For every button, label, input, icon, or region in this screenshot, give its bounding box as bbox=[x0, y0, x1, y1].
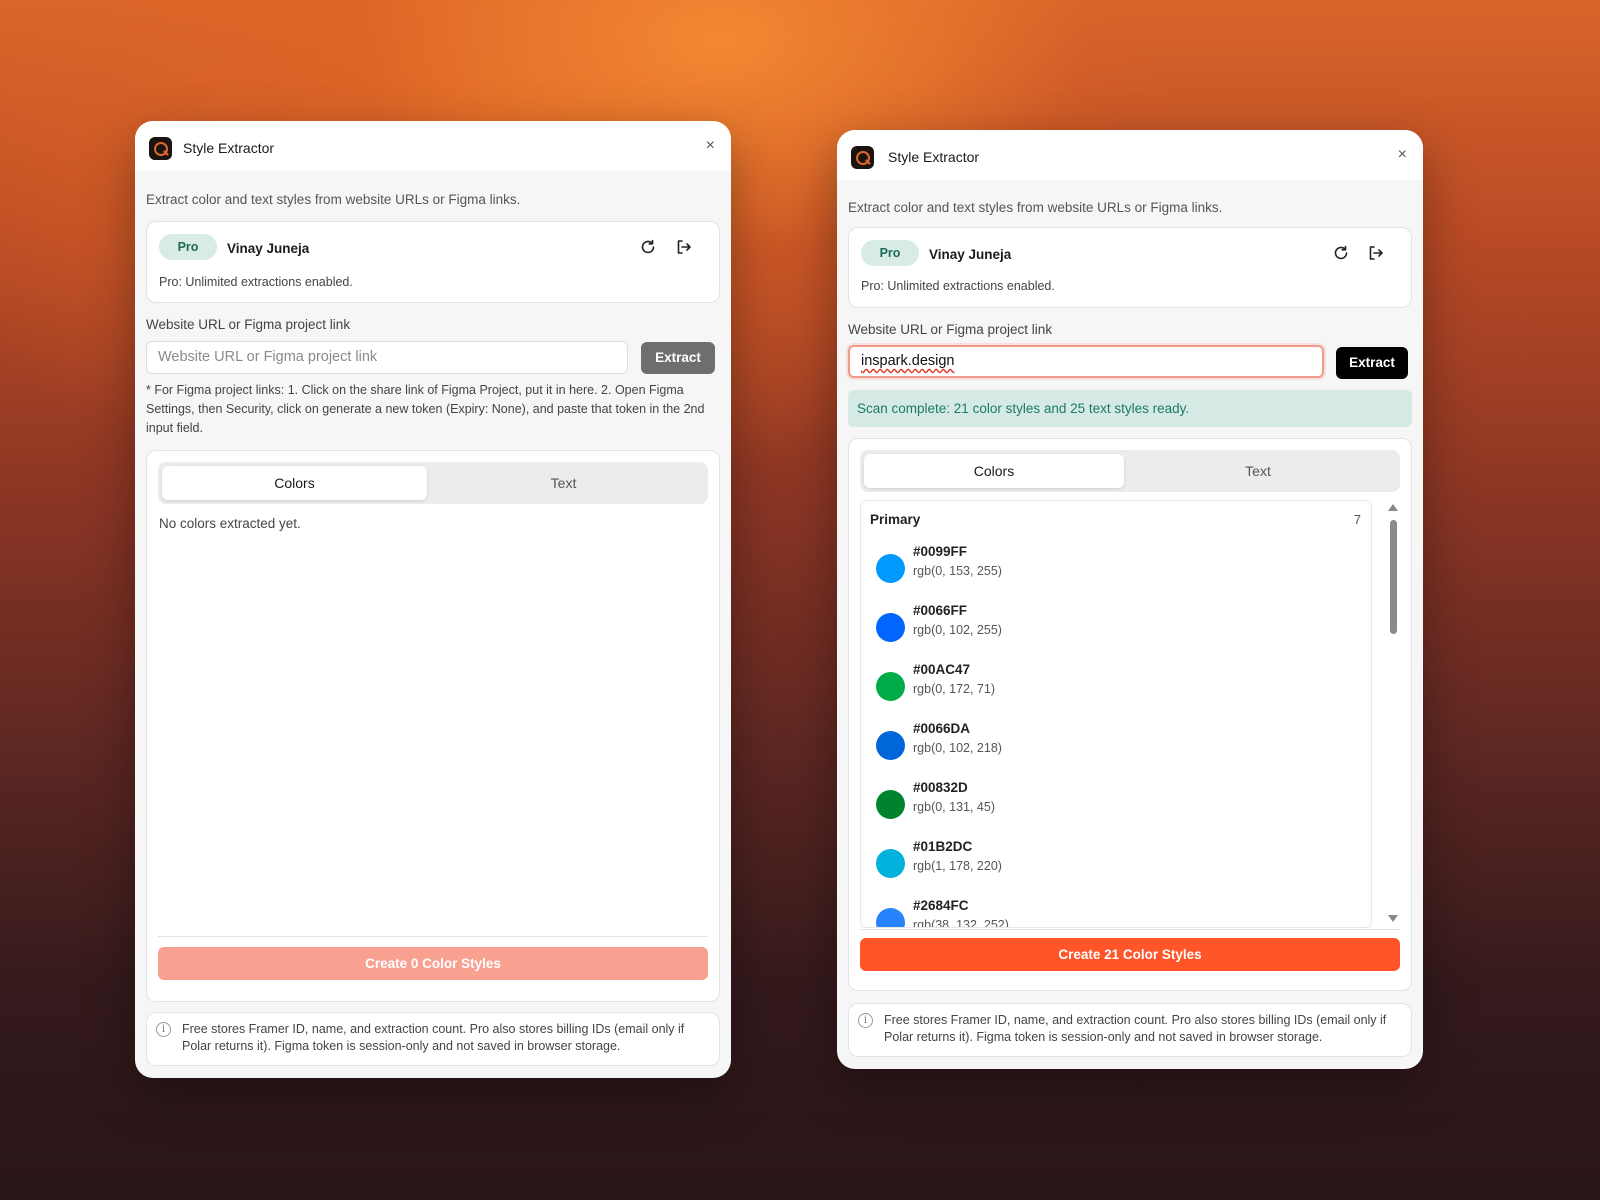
color-hex: #2684FC bbox=[913, 898, 969, 913]
privacy-footer: i Free stores Framer ID, name, and extra… bbox=[146, 1012, 720, 1066]
url-input[interactable]: inspark.design bbox=[848, 345, 1324, 378]
url-value: inspark.design bbox=[861, 353, 955, 369]
extract-button[interactable]: Extract bbox=[1336, 347, 1408, 379]
panel-header: Style Extractor × bbox=[837, 130, 1423, 180]
style-extractor-panel-results: Style Extractor × Extract color and text… bbox=[837, 130, 1423, 1069]
refresh-icon[interactable] bbox=[1332, 244, 1350, 262]
app-title: Style Extractor bbox=[183, 140, 275, 156]
color-swatch bbox=[876, 554, 905, 583]
account-card: Pro Vinay Juneja Pro: Unlimited extracti… bbox=[848, 227, 1412, 308]
color-rgb: rgb(0, 153, 255) bbox=[913, 564, 1002, 578]
create-styles-button[interactable]: Create 0 Color Styles bbox=[158, 947, 708, 980]
scroll-thumb[interactable] bbox=[1390, 520, 1397, 634]
color-hex: #00AC47 bbox=[913, 662, 971, 677]
info-icon: i bbox=[156, 1022, 171, 1037]
results-card: Colors Text No colors extracted yet. Cre… bbox=[146, 450, 720, 1002]
tab-colors[interactable]: Colors bbox=[864, 454, 1124, 488]
privacy-note: Free stores Framer ID, name, and extract… bbox=[182, 1022, 685, 1053]
color-swatch bbox=[876, 908, 905, 927]
color-item[interactable]: #0099FF rgb(0, 153, 255) bbox=[876, 543, 1356, 593]
scroll-up-icon[interactable] bbox=[1388, 504, 1398, 511]
tab-text[interactable]: Text bbox=[1128, 454, 1388, 488]
divider bbox=[860, 929, 1400, 930]
url-input[interactable]: Website URL or Figma project link bbox=[146, 341, 628, 374]
color-list[interactable]: Primary 7 #0099FF rgb(0, 153, 255) #0066… bbox=[860, 500, 1372, 928]
tab-text[interactable]: Text bbox=[431, 466, 696, 500]
plan-badge: Pro bbox=[159, 234, 217, 260]
group-title: Primary bbox=[870, 512, 921, 527]
app-logo-icon bbox=[851, 146, 874, 169]
color-rgb: rgb(0, 102, 218) bbox=[913, 741, 1002, 755]
user-name: Vinay Juneja bbox=[929, 247, 1012, 262]
result-tabs: Colors Text bbox=[860, 450, 1400, 492]
color-list-scrollbar[interactable] bbox=[1387, 500, 1399, 930]
app-title: Style Extractor bbox=[888, 149, 980, 165]
color-rgb: rgb(0, 102, 255) bbox=[913, 623, 1002, 637]
logout-icon[interactable] bbox=[675, 238, 693, 256]
status-message: Scan complete: 21 color styles and 25 te… bbox=[848, 390, 1412, 427]
info-icon: i bbox=[858, 1013, 873, 1028]
privacy-note: Free stores Framer ID, name, and extract… bbox=[884, 1013, 1387, 1044]
color-swatch bbox=[876, 731, 905, 760]
account-card: Pro Vinay Juneja Pro: Unlimited extracti… bbox=[146, 221, 720, 303]
color-hex: #0066FF bbox=[913, 603, 968, 618]
close-icon[interactable]: × bbox=[706, 136, 715, 156]
plan-note: Pro: Unlimited extractions enabled. bbox=[861, 279, 1055, 293]
plan-badge: Pro bbox=[861, 240, 919, 266]
color-item[interactable]: #01B2DC rgb(1, 178, 220) bbox=[876, 838, 1356, 888]
color-rgb: rgb(0, 172, 71) bbox=[913, 682, 995, 696]
description: Extract color and text styles from websi… bbox=[848, 200, 1223, 215]
color-hex: #01B2DC bbox=[913, 839, 973, 854]
color-swatch bbox=[876, 790, 905, 819]
privacy-footer: i Free stores Framer ID, name, and extra… bbox=[848, 1003, 1412, 1057]
results-card: Colors Text Primary 7 #0099FF rgb(0, 153… bbox=[848, 438, 1412, 991]
color-item[interactable]: #0066DA rgb(0, 102, 218) bbox=[876, 720, 1356, 770]
color-hex: #0066DA bbox=[913, 721, 971, 736]
extract-button[interactable]: Extract bbox=[641, 342, 715, 374]
color-rgb: rgb(1, 178, 220) bbox=[913, 859, 1002, 873]
empty-state: No colors extracted yet. bbox=[159, 516, 301, 531]
group-count: 7 bbox=[1353, 512, 1361, 527]
color-rgb: rgb(0, 131, 45) bbox=[913, 800, 995, 814]
panel-header: Style Extractor × bbox=[135, 121, 731, 171]
description: Extract color and text styles from websi… bbox=[146, 192, 521, 207]
color-swatch bbox=[876, 849, 905, 878]
color-item[interactable]: #00AC47 rgb(0, 172, 71) bbox=[876, 661, 1356, 711]
color-rgb: rgb(38, 132, 252) bbox=[913, 918, 1009, 928]
color-item[interactable]: #00832D rgb(0, 131, 45) bbox=[876, 779, 1356, 829]
color-hex: #0099FF bbox=[913, 544, 968, 559]
color-swatch bbox=[876, 613, 905, 642]
url-label: Website URL or Figma project link bbox=[146, 317, 351, 332]
url-label: Website URL or Figma project link bbox=[848, 322, 1053, 337]
plan-note: Pro: Unlimited extractions enabled. bbox=[159, 275, 353, 289]
scroll-down-icon[interactable] bbox=[1388, 915, 1398, 922]
divider bbox=[158, 936, 708, 937]
app-logo-icon bbox=[149, 137, 172, 160]
figma-instructions: * For Figma project links: 1. Click on t… bbox=[146, 383, 705, 435]
result-tabs: Colors Text bbox=[158, 462, 708, 504]
color-hex: #00832D bbox=[913, 780, 968, 795]
create-styles-button[interactable]: Create 21 Color Styles bbox=[860, 938, 1400, 971]
color-item[interactable]: #0066FF rgb(0, 102, 255) bbox=[876, 602, 1356, 652]
refresh-icon[interactable] bbox=[639, 238, 657, 256]
color-swatch bbox=[876, 672, 905, 701]
logout-icon[interactable] bbox=[1367, 244, 1385, 262]
color-item[interactable]: #2684FC rgb(38, 132, 252) bbox=[876, 897, 1356, 928]
user-name: Vinay Juneja bbox=[227, 241, 310, 256]
close-icon[interactable]: × bbox=[1398, 145, 1407, 165]
tab-colors[interactable]: Colors bbox=[162, 466, 427, 500]
style-extractor-panel-empty: Style Extractor × Extract color and text… bbox=[135, 121, 731, 1078]
